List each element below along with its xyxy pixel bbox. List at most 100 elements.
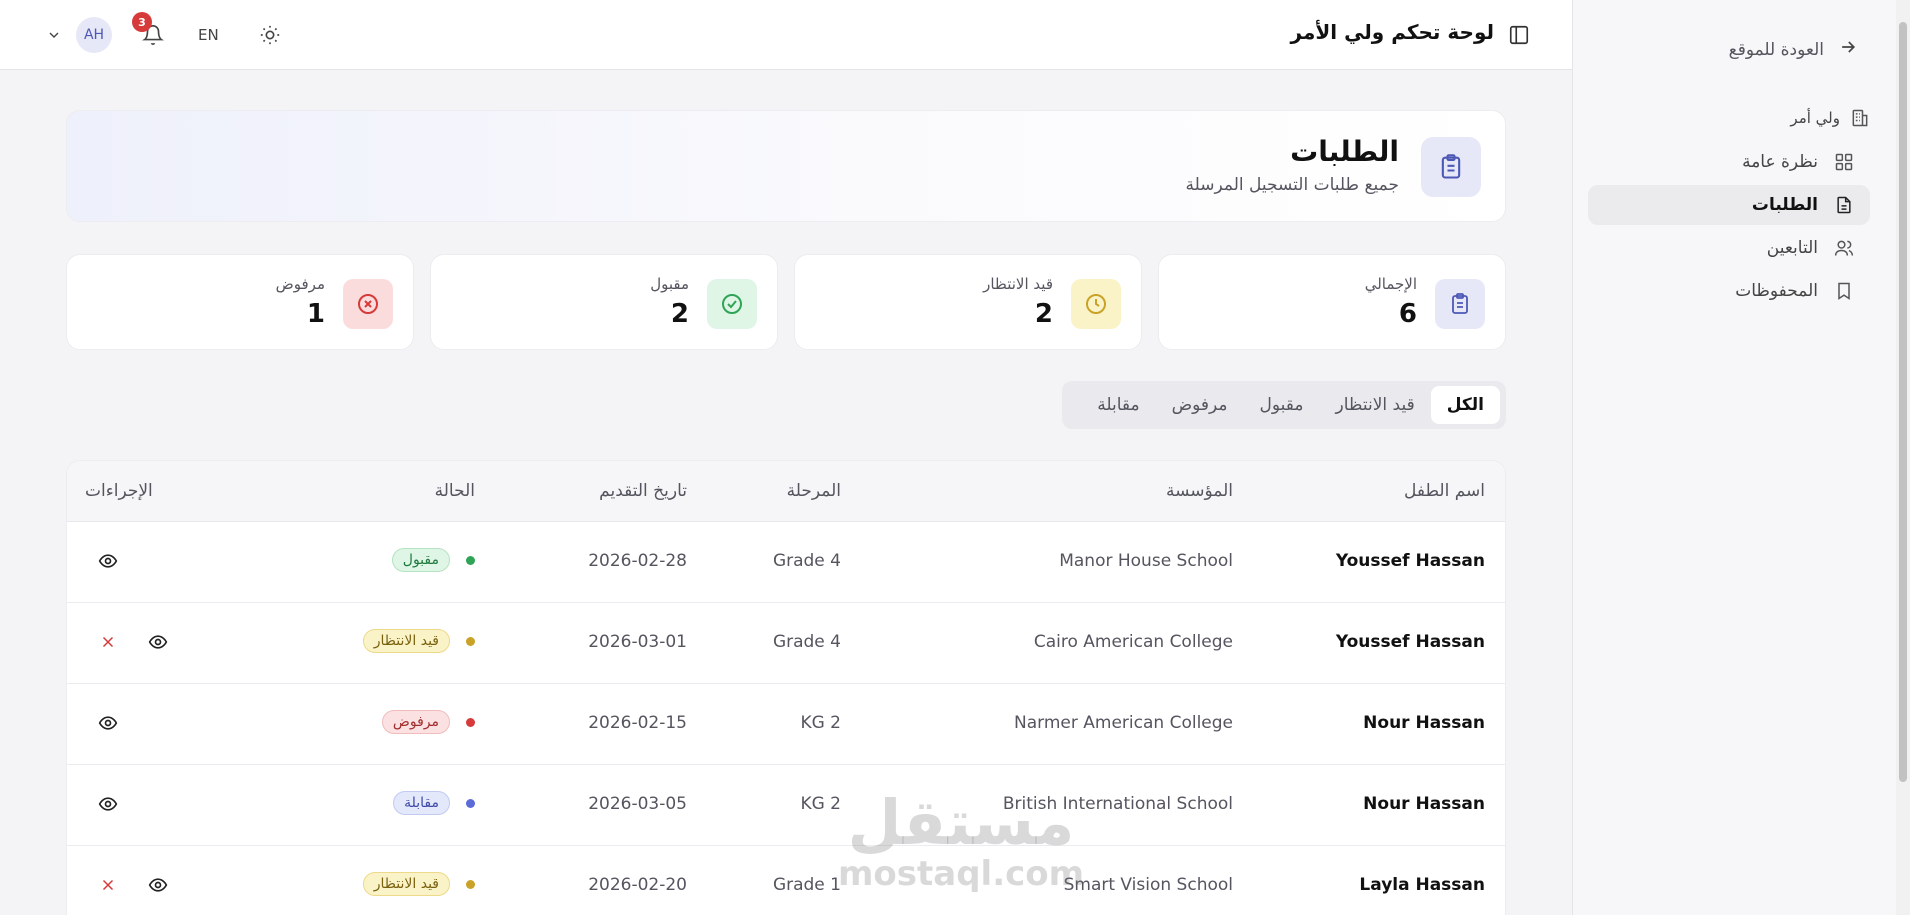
bookmark-icon	[1838, 282, 1850, 300]
sidebar-item-label: التابعين	[1766, 238, 1818, 258]
tab-interview[interactable]: مقابلة	[1081, 386, 1155, 424]
cell-child-name: Nour Hassan	[1363, 713, 1485, 733]
topbar: AH 3 EN لوحة تحكم ولي الأمر	[0, 0, 1572, 70]
cell-grade: KG 2	[800, 794, 841, 814]
sidebar-item-saved[interactable]: المحفوظات	[1588, 271, 1870, 311]
row-actions	[97, 874, 169, 896]
stat-label: الإجمالي	[1364, 275, 1417, 293]
tab-rejected[interactable]: مرفوض	[1156, 386, 1244, 424]
stat-label: قيد الانتظار	[983, 275, 1053, 293]
cell-status: مقابلة	[393, 791, 475, 815]
sidebar-toggle-button[interactable]	[1508, 24, 1530, 46]
column-header-institution: المؤسسة	[1165, 481, 1233, 501]
column-header-grade: المرحلة	[786, 481, 841, 501]
column-header-actions: الإجراءات	[85, 481, 153, 501]
tab-all[interactable]: الكل	[1430, 386, 1500, 424]
column-header-date: تاريخ التقديم	[599, 481, 687, 501]
clipboard-icon	[1421, 137, 1481, 197]
check-circle-icon	[707, 279, 757, 329]
tab-accepted[interactable]: مقبول	[1244, 386, 1320, 424]
arrow-right-icon	[1838, 37, 1858, 63]
status-dot	[466, 798, 475, 808]
table-row: Youssef Hassan Manor House School Grade 4 2…	[67, 522, 1505, 603]
theme-toggle[interactable]	[259, 24, 281, 46]
tab-pending[interactable]: قيد الانتظار	[1320, 386, 1431, 424]
status-badge: قيد الانتظار	[362, 629, 450, 653]
cell-date: 2026-03-01	[588, 632, 687, 652]
back-to-site-link[interactable]: العودة للموقع	[1729, 36, 1858, 64]
status-badge: قيد الانتظار	[362, 872, 450, 896]
status-dot	[466, 717, 475, 727]
cell-date: 2026-03-05	[588, 794, 687, 814]
panel-icon	[1509, 25, 1529, 45]
view-icon[interactable]	[147, 874, 169, 896]
cancel-icon[interactable]	[97, 631, 119, 653]
cell-institution: Narmer American College	[1014, 713, 1233, 733]
notifications-button[interactable]: 3	[132, 12, 164, 46]
sidebar: العودة للموقع ولي أمر نظرة عامة الطلبات …	[1572, 0, 1910, 915]
row-actions	[97, 712, 119, 734]
table-row: Nour Hassan British International School K…	[67, 765, 1505, 846]
table-body: Youssef Hassan Manor House School Grade 4 2…	[67, 522, 1505, 915]
cell-date: 2026-02-15	[588, 713, 687, 733]
view-icon[interactable]	[97, 793, 119, 815]
applications-table: اسم الطفل المؤسسة المرحلة تاريخ التقديم …	[66, 460, 1506, 915]
cell-status: قيد الانتظار	[362, 872, 475, 896]
sidebar-item-label: الطلبات	[1751, 195, 1818, 215]
view-icon[interactable]	[97, 550, 119, 572]
cell-child-name: Layla Hassan	[1359, 875, 1485, 895]
users-icon	[1834, 240, 1854, 256]
status-badge: مقابلة	[393, 791, 450, 815]
page-header-card: الطلبات جميع طلبات التسجيل المرسلة	[66, 110, 1506, 222]
cell-child-name: Youssef Hassan	[1335, 632, 1485, 652]
status-dot	[466, 636, 475, 646]
row-actions	[97, 793, 119, 815]
stat-value: 6	[1398, 299, 1417, 329]
sidebar-section-label: ولي أمر	[1790, 108, 1870, 128]
cell-status: قيد الانتظار	[362, 629, 475, 653]
sidebar-item-dependents[interactable]: التابعين	[1588, 228, 1870, 268]
header-title: الطلبات	[1290, 135, 1399, 168]
cell-grade: KG 2	[800, 713, 841, 733]
header-subtitle: جميع طلبات التسجيل المرسلة	[1185, 175, 1399, 195]
avatar[interactable]: AH	[76, 17, 112, 53]
building-icon	[1852, 109, 1868, 127]
cell-grade: Grade 4	[772, 632, 841, 652]
cancel-icon[interactable]	[97, 874, 119, 896]
cell-child-name: Youssef Hassan	[1335, 551, 1485, 571]
view-icon[interactable]	[97, 712, 119, 734]
status-badge: مرفوض	[381, 710, 450, 734]
column-header-status: الحالة	[434, 481, 475, 501]
stat-value: 2	[1034, 299, 1053, 329]
cell-date: 2026-02-28	[588, 551, 687, 571]
x-circle-icon	[343, 279, 393, 329]
table-header: اسم الطفل المؤسسة المرحلة تاريخ التقديم …	[67, 461, 1505, 522]
cell-status: مرفوض	[381, 710, 475, 734]
back-label: العودة للموقع	[1728, 40, 1824, 60]
stat-card-rejected: مرفوض 1	[66, 254, 414, 350]
clock-icon	[1071, 279, 1121, 329]
stat-label: مرفوض	[275, 275, 325, 293]
stat-label: مقبول	[650, 275, 689, 293]
page-scrollbar[interactable]	[1896, 0, 1910, 915]
page-title: لوحة تحكم ولي الأمر	[1290, 20, 1494, 44]
section-label-text: ولي أمر	[1790, 109, 1840, 127]
stat-value: 1	[306, 299, 325, 329]
grid-icon	[1835, 153, 1853, 171]
notification-badge: 3	[132, 12, 152, 32]
sidebar-item-label: المحفوظات	[1735, 281, 1818, 301]
sidebar-item-overview[interactable]: نظرة عامة	[1588, 142, 1870, 182]
view-icon[interactable]	[147, 631, 169, 653]
sun-icon	[260, 25, 279, 45]
scrollbar-thumb[interactable]	[1899, 22, 1907, 782]
stat-card-accepted: مقبول 2	[430, 254, 778, 350]
sidebar-nav: نظرة عامة الطلبات التابعين المحفوظات	[1588, 142, 1870, 314]
chevron-down-icon[interactable]	[44, 25, 64, 45]
table-row: Layla Hassan Smart Vision School Grade 1 20…	[67, 846, 1505, 915]
cell-institution: Manor House School	[1059, 551, 1233, 571]
language-toggle[interactable]: EN	[198, 26, 219, 44]
sidebar-item-applications[interactable]: الطلبات	[1588, 185, 1870, 225]
stat-value: 2	[670, 299, 689, 329]
stat-card-total: الإجمالي 6	[1158, 254, 1506, 350]
row-actions	[97, 631, 169, 653]
